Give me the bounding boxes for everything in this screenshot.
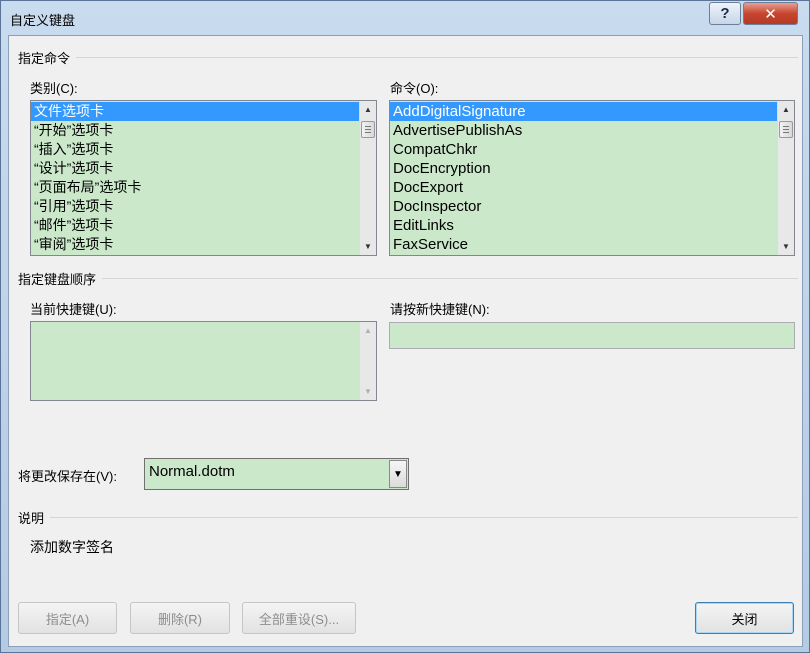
assign-button[interactable]: 指定(A) (18, 602, 117, 634)
categories-scrollbar[interactable]: ▲ ▼ (359, 101, 376, 255)
list-item[interactable]: AdvertisePublishAs (390, 121, 777, 140)
list-item[interactable]: DocEncryption (390, 159, 777, 178)
commands-listbox[interactable]: AddDigitalSignature AdvertisePublishAs Com… (389, 100, 795, 256)
commands-label: 命令(O): (390, 81, 439, 96)
list-item[interactable]: “开始”选项卡 (31, 121, 359, 140)
commands-scrollbar[interactable]: ▲ ▼ (777, 101, 794, 255)
list-item[interactable]: “引用”选项卡 (31, 197, 359, 216)
scroll-up-arrow-icon[interactable]: ▲ (778, 101, 794, 118)
commands-items: AddDigitalSignature AdvertisePublishAs Com… (390, 101, 777, 255)
save-in-select[interactable]: Normal.dotm ▼ (144, 458, 409, 490)
categories-label: 类别(C): (30, 81, 78, 96)
list-item[interactable]: 文件选项卡 (31, 102, 359, 121)
list-item[interactable]: AddDigitalSignature (390, 102, 777, 121)
list-item[interactable]: “邮件”选项卡 (31, 216, 359, 235)
list-item[interactable]: “设计”选项卡 (31, 159, 359, 178)
list-item[interactable]: FaxService (390, 235, 777, 254)
list-item[interactable]: DocInspector (390, 197, 777, 216)
window-title: 自定义键盘 (10, 13, 76, 28)
list-item[interactable]: DocExport (390, 178, 777, 197)
current-keys-scrollbar[interactable]: ▲ ▼ (359, 322, 376, 400)
help-icon: ? (720, 5, 730, 22)
save-in-value: Normal.dotm (149, 463, 235, 480)
new-key-input[interactable] (389, 322, 795, 349)
reset-all-button[interactable]: 全部重设(S)... (242, 602, 356, 634)
scroll-thumb[interactable] (361, 121, 375, 138)
list-item[interactable]: “页面布局”选项卡 (31, 178, 359, 197)
specify-command-heading: 指定命令 (18, 48, 798, 67)
list-item[interactable]: “插入”选项卡 (31, 140, 359, 159)
list-item[interactable]: “审阅”选项卡 (31, 235, 359, 254)
remove-button[interactable]: 删除(R) (130, 602, 230, 634)
divider (76, 57, 798, 58)
scroll-thumb[interactable] (779, 121, 793, 138)
title-bar[interactable]: 自定义键盘 ? ✕ (1, 1, 809, 35)
save-in-label: 将更改保存在(V): (18, 469, 117, 484)
description-text: 添加数字签名 (30, 539, 114, 555)
dialog-body: 指定命令 类别(C): 文件选项卡 “开始”选项卡 “插入”选项卡 “设计”选项卡 “页… (8, 35, 803, 647)
scroll-down-arrow-icon[interactable]: ▼ (778, 238, 794, 255)
divider (50, 517, 798, 518)
list-item[interactable]: CompatChkr (390, 140, 777, 159)
window-close-button[interactable]: ✕ (743, 2, 798, 25)
current-keys-listbox[interactable]: ▲ ▼ (30, 321, 377, 401)
keyboard-sequence-heading: 指定键盘顺序 (18, 269, 798, 288)
current-keys-label: 当前快捷键(U): (30, 302, 117, 317)
list-item[interactable]: EditLinks (390, 216, 777, 235)
close-button[interactable]: 关闭 (695, 602, 794, 634)
dropdown-button[interactable]: ▼ (389, 460, 407, 488)
categories-listbox[interactable]: 文件选项卡 “开始”选项卡 “插入”选项卡 “设计”选项卡 “页面布局”选项卡 “引用”选… (30, 100, 377, 256)
chevron-down-icon: ▼ (393, 468, 403, 480)
description-heading: 说明 (18, 508, 798, 527)
scroll-up-arrow-icon[interactable]: ▲ (360, 322, 376, 339)
customize-keyboard-dialog: 自定义键盘 ? ✕ 指定命令 类别(C): 文件选项卡 “开始”选项卡 “插入”选项… (0, 0, 810, 653)
close-icon: ✕ (764, 5, 777, 23)
new-key-label: 请按新快捷键(N): (390, 302, 490, 317)
divider (102, 278, 798, 279)
scroll-down-arrow-icon[interactable]: ▼ (360, 238, 376, 255)
categories-items: 文件选项卡 “开始”选项卡 “插入”选项卡 “设计”选项卡 “页面布局”选项卡 “引用”选… (31, 101, 359, 255)
help-button[interactable]: ? (709, 2, 741, 25)
scroll-up-arrow-icon[interactable]: ▲ (360, 101, 376, 118)
scroll-down-arrow-icon[interactable]: ▼ (360, 383, 376, 400)
